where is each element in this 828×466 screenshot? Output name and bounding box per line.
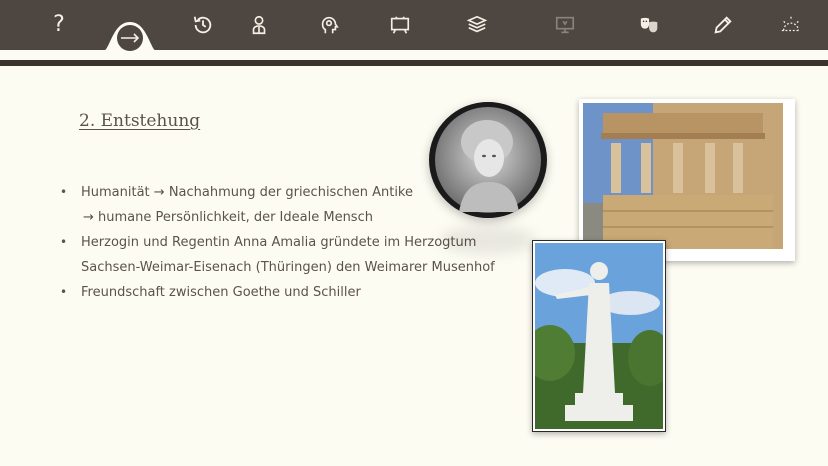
pencil-icon[interactable] xyxy=(710,12,736,38)
slide-heading: 2. Entstehung xyxy=(79,111,201,131)
caryatid-temple-photo xyxy=(579,99,795,261)
presentation-board-icon[interactable] xyxy=(387,12,413,38)
help-icon[interactable]: ? xyxy=(46,12,72,38)
layers-stack-icon[interactable] xyxy=(464,12,490,38)
history-icon[interactable] xyxy=(190,12,216,38)
bullet-subtext: Sachsen-Weimar-Eisenach (Thüringen) den … xyxy=(81,260,495,275)
bullet-subtext: → humane Persönlichkeit, der Ideale Mens… xyxy=(83,210,373,225)
active-tab-next[interactable] xyxy=(102,18,158,52)
bullet-list: Humanität → Nachahmung der griechischen … xyxy=(60,180,500,305)
monitor-icon[interactable] xyxy=(552,12,578,38)
bullet-text: Humanität → Nachahmung der griechischen … xyxy=(81,185,413,200)
bullet-text: Herzogin und Regentin Anna Amalia gründe… xyxy=(81,235,477,250)
next-arrow-icon xyxy=(102,22,158,52)
help-glyph: ? xyxy=(53,12,65,37)
person-icon[interactable] xyxy=(246,12,272,38)
statue-photo xyxy=(532,240,666,432)
bullet-text: Freundschaft zwischen Goethe und Schille… xyxy=(81,285,361,300)
portrait-shadow xyxy=(440,225,535,255)
list-item: Herzogin und Regentin Anna Amalia gründe… xyxy=(60,230,500,280)
list-item: Humanität → Nachahmung der griechischen … xyxy=(60,180,500,230)
theatre-masks-icon[interactable] xyxy=(637,12,663,38)
portrait-image xyxy=(429,102,547,218)
sunrise-icon[interactable] xyxy=(778,12,804,38)
toolbar-divider xyxy=(0,60,828,66)
lightbulb-head-icon[interactable] xyxy=(316,12,342,38)
list-item: Freundschaft zwischen Goethe und Schille… xyxy=(60,280,500,305)
